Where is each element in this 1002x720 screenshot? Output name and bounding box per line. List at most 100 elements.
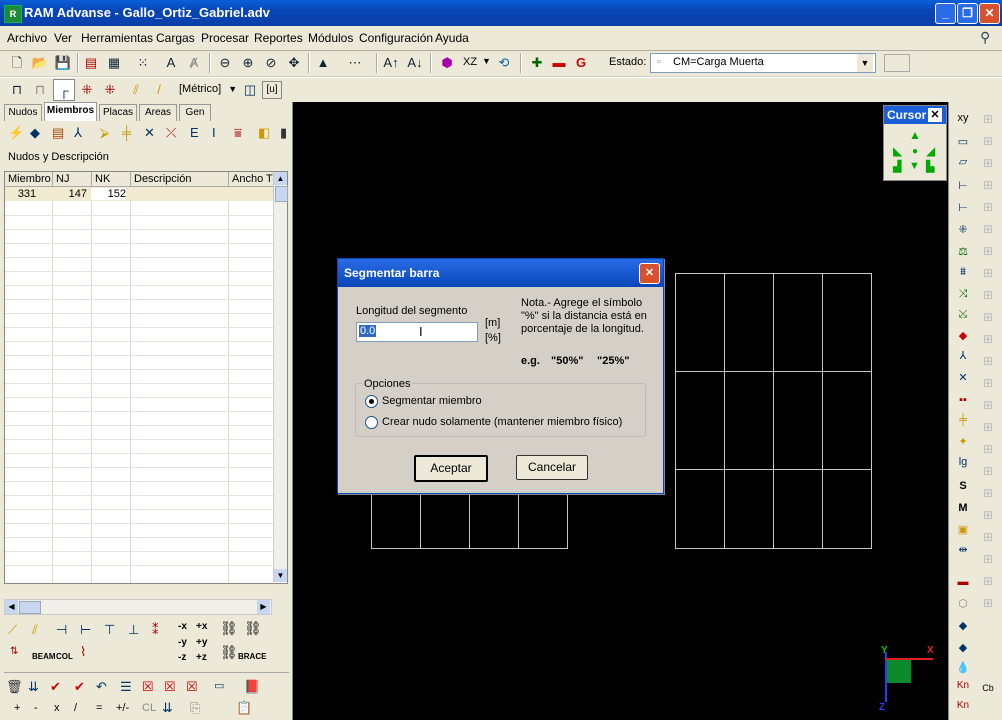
cursor-center-icon[interactable]: ● <box>912 146 918 157</box>
right-tool-15-icon[interactable]: ✦ <box>952 432 974 452</box>
right-tool-7-icon[interactable]: ⩩ <box>952 262 974 282</box>
cursor-left-icon[interactable]: ◣ <box>893 144 902 158</box>
member-spring-icon[interactable]: ⩸ <box>234 125 242 141</box>
plus-x-button[interactable]: +x <box>196 621 207 632</box>
scroll-right-icon[interactable]: ▶ <box>257 600 270 614</box>
joint-tool-icon[interactable]: ⌇ <box>80 644 86 660</box>
right-kn-2[interactable]: Kn <box>952 696 974 716</box>
pan-icon[interactable]: ✥ <box>283 52 305 74</box>
col-header-descripcion[interactable]: Descripción <box>131 172 229 187</box>
calc-sort-icon[interactable]: ⇊ <box>162 700 173 716</box>
right-tool-3-icon[interactable]: ⊢ <box>952 176 974 196</box>
scroll-down-icon[interactable]: ▼ <box>274 569 287 582</box>
print-icon[interactable]: ▤ <box>80 52 102 74</box>
right-tool-18-icon[interactable]: ⇹ <box>952 540 974 560</box>
u-button[interactable]: [u] <box>262 81 282 99</box>
menu-modulos[interactable]: Módulos <box>308 31 353 45</box>
zoom-out-icon[interactable]: ⊖ <box>214 52 236 74</box>
font-up-icon[interactable]: A↑ <box>380 52 402 74</box>
right-tool-10-icon[interactable]: ◆ <box>952 326 974 346</box>
option-segmentar-radio[interactable] <box>365 395 378 408</box>
member-rotate-icon[interactable]: ⅄ <box>74 125 82 141</box>
tab-areas[interactable]: Areas <box>139 104 177 121</box>
remove-icon[interactable]: ☒ <box>186 679 198 695</box>
node-grid-icon[interactable]: ⁜ <box>99 79 121 101</box>
dialog-close-icon[interactable]: ✕ <box>639 263 660 284</box>
member-ibeam-icon[interactable]: I <box>212 125 216 140</box>
tab-nudos[interactable]: Nudos <box>4 104 42 121</box>
right-m-button[interactable]: M <box>952 498 974 518</box>
right-tool-22-icon[interactable]: ◆ <box>952 638 974 658</box>
calc-minus[interactable]: - <box>34 702 38 714</box>
units-dialog-icon[interactable]: ◫ <box>239 79 261 101</box>
check-all-icon[interactable]: ✔ <box>74 679 85 695</box>
copy-icon[interactable]: ⎘ <box>190 700 200 716</box>
zoom-window-icon[interactable]: ⊘ <box>260 52 282 74</box>
grid-icon[interactable]: ⁙ <box>132 52 154 74</box>
cursor-down-right-icon[interactable]: ▙ <box>926 160 934 173</box>
right-tool-19-icon[interactable]: ▬ <box>952 572 974 592</box>
remove-load-icon[interactable]: ▬ <box>548 52 570 74</box>
plane-dropdown-icon[interactable]: ▼ <box>482 56 491 66</box>
menu-procesar[interactable]: Procesar <box>201 31 249 45</box>
pin-icon[interactable]: ⚲ <box>980 29 990 46</box>
hinge-left-icon[interactable]: ⊣ <box>56 622 67 638</box>
table-hscrollbar[interactable]: ◀ ▶ <box>4 599 272 615</box>
member-props-icon[interactable]: ⚡ <box>8 125 24 141</box>
double-beam-icon[interactable]: ⫽ <box>32 622 38 638</box>
scroll-thumb[interactable] <box>275 186 288 202</box>
rotate-view-icon[interactable]: ⟲ <box>493 52 515 74</box>
right-cb-button[interactable]: Cb <box>977 678 999 698</box>
right-tool-11-icon[interactable]: ⅄ <box>952 346 974 366</box>
cursor-down-left-icon[interactable]: ▟ <box>893 160 901 173</box>
cell-nk[interactable]: 152 <box>91 188 126 200</box>
member-more-icon[interactable]: ▮ <box>280 125 287 141</box>
col-header-nk[interactable]: NK <box>92 172 131 187</box>
calc-sign[interactable]: +/- <box>116 702 129 714</box>
right-tool-12-icon[interactable]: ✕ <box>952 368 974 388</box>
font-down-icon[interactable]: A↓ <box>404 52 426 74</box>
calc-divide[interactable]: / <box>74 702 77 714</box>
slash-icon[interactable]: / <box>148 79 170 101</box>
scroll-left-icon[interactable]: ◀ <box>5 600 18 614</box>
truss-icon[interactable]: ⛓ <box>220 620 238 637</box>
list-icon[interactable]: ☰ <box>120 679 132 695</box>
tab-miembros[interactable]: Miembros <box>44 102 97 121</box>
paste-icon[interactable]: 📋 <box>236 700 252 716</box>
right-tool-6-icon[interactable]: ⚖ <box>952 242 974 262</box>
right-tool-9-icon[interactable]: ⤩ <box>952 304 974 324</box>
right-tool-14-icon[interactable]: ╪ <box>952 410 974 430</box>
units-selector[interactable]: [Métrico] ▼ <box>176 81 240 97</box>
truss-alt-icon[interactable]: ⛓ <box>244 620 262 637</box>
calc-plus[interactable]: + <box>14 702 20 714</box>
sort-icon[interactable]: ⇊ <box>28 679 39 695</box>
right-tool-23-icon[interactable]: 💧 <box>952 658 974 678</box>
plane-selector[interactable]: XZ <box>463 56 477 68</box>
member-cross-icon[interactable]: ✕ <box>144 125 155 141</box>
view-xy-button[interactable]: xy <box>952 108 974 128</box>
delete-icon[interactable]: 🗑 <box>6 679 23 695</box>
minus-y-button[interactable]: -y <box>178 637 187 648</box>
length-input[interactable]: 0.0 I <box>356 322 478 342</box>
menu-configuracion[interactable]: Configuración <box>359 31 433 45</box>
member-shape-icon[interactable]: ◧ <box>258 125 270 141</box>
menu-cargas[interactable]: Cargas <box>156 31 195 45</box>
member-tool-icon[interactable]: ┌ <box>53 79 75 101</box>
zoom-in-icon[interactable]: ⊕ <box>237 52 259 74</box>
text-tool-icon[interactable]: A <box>160 52 182 74</box>
new-file-icon[interactable]: 🗋 <box>6 52 28 74</box>
book-icon[interactable]: 📕 <box>244 679 260 695</box>
add-load-icon[interactable]: ✚ <box>526 52 548 74</box>
close-window-button[interactable]: ✕ <box>979 3 1000 24</box>
menu-ver[interactable]: Ver <box>54 31 72 45</box>
calc-times[interactable]: x <box>54 702 60 714</box>
node-tool-icon[interactable]: ⁜ <box>76 79 98 101</box>
beam-label[interactable]: BEAM <box>32 652 56 661</box>
frame-off-icon[interactable]: ⊓ <box>29 79 51 101</box>
beam-tool-icon[interactable]: ⟋ <box>8 622 17 638</box>
right-tool-16-icon[interactable]: lg <box>952 452 974 472</box>
right-tool-17-icon[interactable]: ▣ <box>952 520 974 540</box>
right-s-button[interactable]: S <box>952 476 974 496</box>
menu-herramientas[interactable]: Herramientas <box>81 31 153 45</box>
col-header-ancho[interactable]: Ancho T <box>229 172 277 187</box>
